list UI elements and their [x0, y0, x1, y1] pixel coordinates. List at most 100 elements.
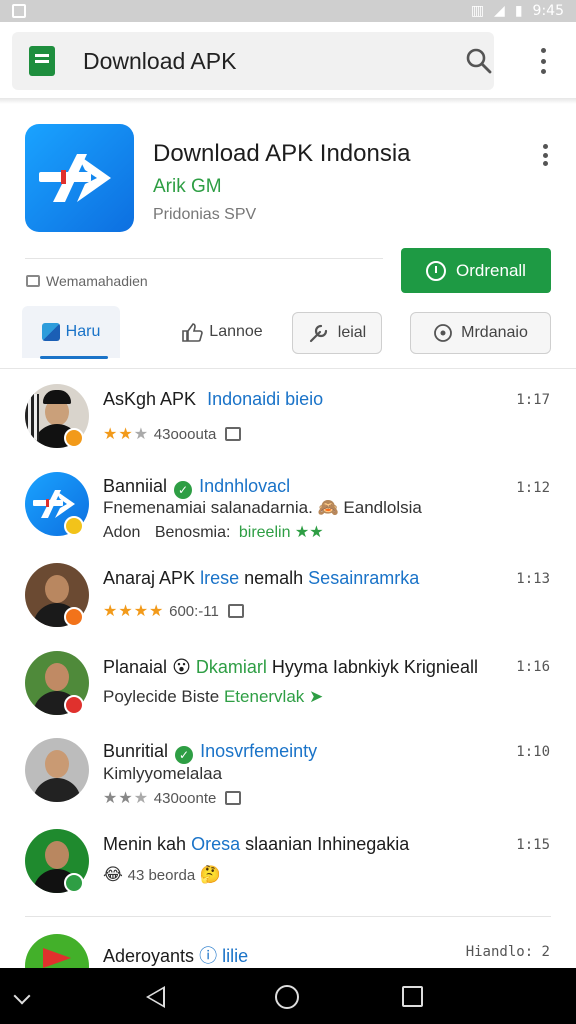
tab-mrdanaio[interactable]: Mrdanaio	[410, 312, 551, 354]
share-icon: ➤	[309, 687, 324, 706]
app-subtitle: Pridonias SPV	[153, 206, 257, 223]
item-tag[interactable]: Indnhlovacl	[199, 476, 290, 496]
item-time: 1:17	[516, 392, 550, 408]
item-name: Bunritial	[103, 741, 169, 761]
status-badge	[64, 695, 84, 715]
meta-icon	[26, 275, 40, 287]
rating-stars: ★★★	[103, 426, 150, 443]
thumbs-up-icon	[182, 323, 204, 342]
install-button-label: Ordrenall	[456, 260, 526, 280]
list-divider	[25, 916, 551, 917]
status-badge	[64, 516, 84, 536]
recents-icon[interactable]	[402, 986, 423, 1007]
tab-lannoe[interactable]: Lannoe	[170, 312, 274, 352]
verified-icon: ✓	[175, 746, 194, 764]
item-tag[interactable]: Oresa	[191, 834, 240, 854]
star-icons: ★★	[294, 524, 324, 541]
item-time: 1:16	[516, 659, 550, 675]
rating-text: 600:-11	[169, 603, 219, 620]
search-icon[interactable]	[464, 46, 494, 76]
header-divider	[25, 258, 383, 259]
item-name: Anaraj APK	[103, 568, 196, 588]
app-logo	[25, 124, 134, 232]
app-more-options-icon[interactable]	[535, 142, 555, 168]
notification-icon	[12, 4, 26, 18]
rating-stars: ★★★	[103, 790, 150, 807]
tab-label: Mrdanaio	[461, 324, 528, 341]
battery-icon: ▮	[514, 3, 523, 19]
thumbs-up-icon[interactable]	[227, 604, 244, 618]
rating-stars: ★★★★	[103, 603, 165, 620]
tab-label: Haru	[65, 323, 101, 340]
verified-icon: ✓	[174, 481, 193, 499]
emoji-icon: 🤔	[199, 865, 222, 884]
rating-text: 430oonte	[153, 790, 217, 807]
signal-icon: ◢	[494, 3, 505, 19]
top-app-bar: Download APK	[12, 32, 494, 90]
thumbs-up-icon[interactable]	[225, 427, 242, 441]
cube-icon	[41, 323, 60, 341]
more-options-icon[interactable]	[532, 46, 554, 76]
item-name: AsKgh APK	[103, 389, 197, 409]
app-developer-link[interactable]: Arik GM	[153, 176, 222, 198]
thumbs-up-icon[interactable]	[225, 791, 242, 805]
tab-leial[interactable]: leial	[292, 312, 382, 354]
app-bar-title: Download APK	[83, 47, 237, 74]
app-meta-text: Wemamahadien	[46, 273, 148, 289]
item-rest: slaanian Inhinegakia	[245, 834, 410, 854]
status-time: 9:45	[532, 3, 564, 19]
status-badge	[64, 607, 84, 627]
tab-haru[interactable]: Haru	[22, 306, 120, 358]
install-button[interactable]: Ordrenall	[401, 248, 551, 293]
item-meta-a: Adon	[103, 524, 141, 541]
item-text: Kimlyyomelalaa	[103, 764, 223, 783]
item-text: 43 beorda	[127, 867, 196, 884]
avatar	[25, 738, 89, 802]
item-meta-c[interactable]: bireelin	[239, 524, 291, 541]
list-item[interactable]: Aderoyants ⓘ lilie Hiandlo: 2	[0, 934, 576, 968]
chevron-down-icon[interactable]	[13, 987, 31, 1005]
item-time: 1:15	[516, 837, 550, 853]
item-rest: Hyyma Iabnkiyk Krignieall	[271, 657, 478, 677]
item-time: Hiandlo: 2	[465, 944, 550, 960]
active-tab-indicator	[40, 356, 108, 359]
wrench-icon	[309, 324, 327, 343]
item-name: Planaial	[103, 657, 168, 677]
item-highlight[interactable]: Dkamiarl	[196, 657, 267, 677]
status-badge	[64, 428, 84, 448]
back-icon[interactable]	[146, 986, 165, 1008]
item-mid: nemalh	[244, 568, 304, 588]
item-tag[interactable]: Indonaidi bieio	[207, 389, 323, 409]
avatar	[25, 934, 89, 968]
item-meta-b: Benosmia:	[154, 524, 231, 541]
info-icon: ⓘ	[199, 946, 218, 966]
emoji: 😮	[172, 657, 191, 677]
app-store-icon[interactable]	[29, 46, 55, 76]
app-meta: Wemamahadien	[26, 273, 148, 289]
vibrate-icon: ▥	[470, 3, 485, 19]
rating-text: 43ooouta	[153, 426, 217, 443]
item-text: Fnemenamiai salanadarnia. 🙈 Eandlolsia	[103, 498, 422, 517]
item-time: 1:10	[516, 744, 550, 760]
item-name: Aderoyants	[103, 946, 195, 966]
power-icon	[426, 260, 447, 281]
info-circle-icon	[434, 324, 453, 342]
tab-bar: Haru Lannoe leial Mrdanaio	[0, 306, 576, 368]
item-time: 1:12	[516, 480, 550, 496]
tabs-divider	[0, 368, 576, 369]
item-name: Banniial	[103, 476, 168, 496]
item-time: 1:13	[516, 571, 550, 587]
item-tag-2[interactable]: Sesainramrka	[308, 568, 419, 588]
system-nav-bar	[0, 968, 576, 1024]
item-tag[interactable]: Inosvrfemeinty	[200, 741, 317, 761]
item-tag[interactable]: lrese	[200, 568, 239, 588]
tab-label: Lannoe	[209, 323, 263, 340]
status-bar: ▥ ◢ ▮ 9:45	[0, 0, 576, 22]
emoji-icon: 😂	[103, 865, 123, 884]
item-link[interactable]: Etenervlak	[224, 687, 304, 706]
tab-label: leial	[337, 324, 367, 341]
item-tag[interactable]: lilie	[222, 946, 248, 966]
home-icon[interactable]	[275, 985, 299, 1009]
item-name: Menin kah	[103, 834, 187, 854]
item-text: Poylecide Biste	[103, 687, 220, 706]
